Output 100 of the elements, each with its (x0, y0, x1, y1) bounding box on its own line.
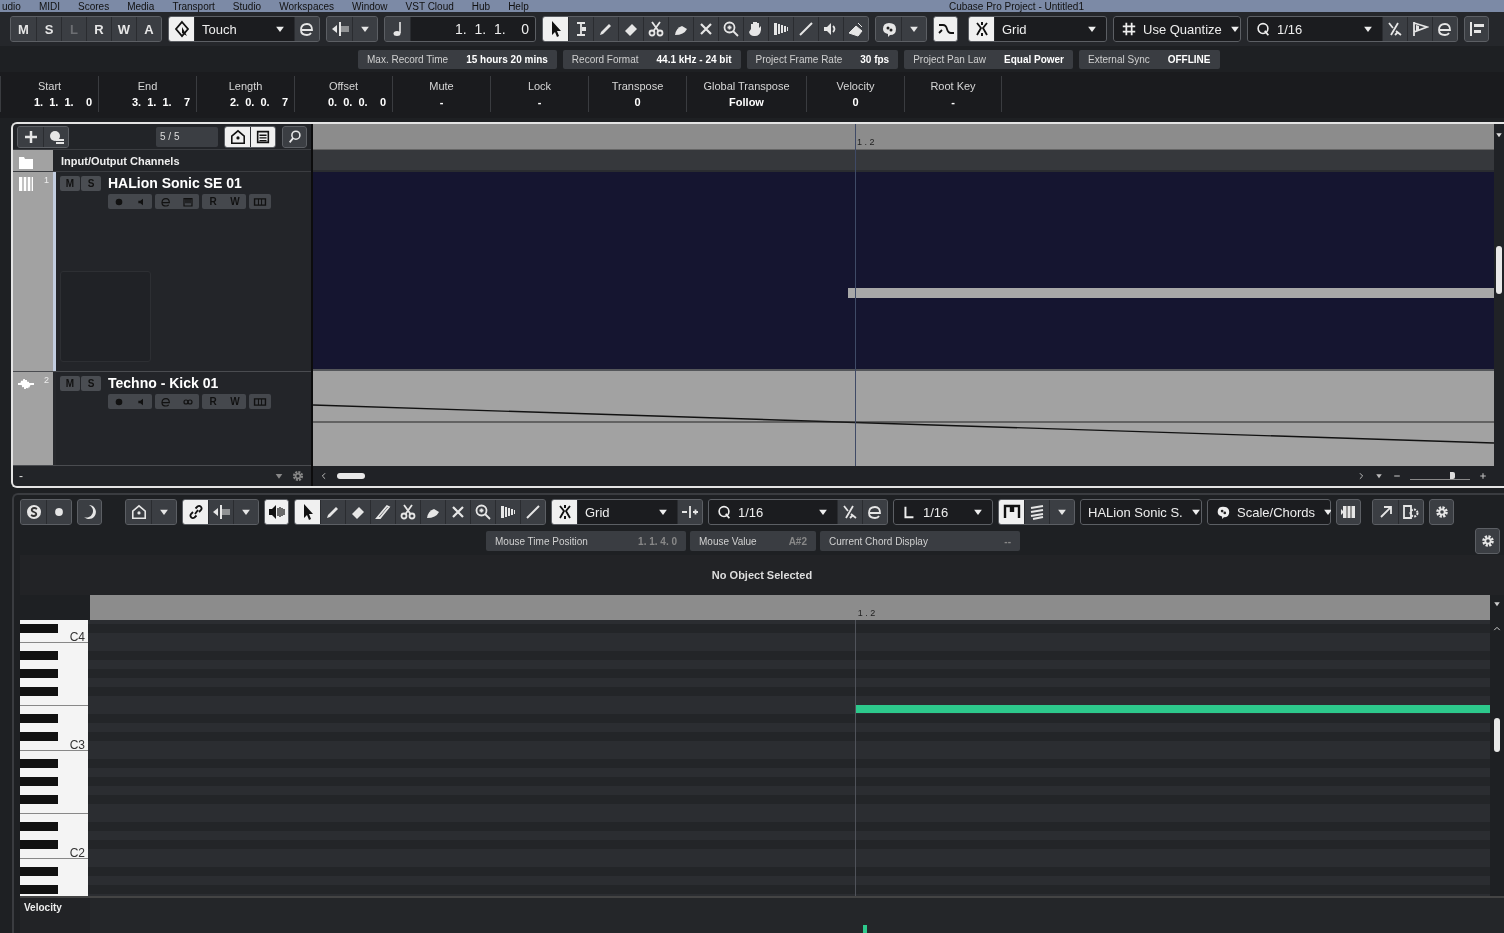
tool-button[interactable] (295, 500, 320, 524)
scroll-thumb[interactable] (337, 473, 365, 479)
edit-button[interactable] (294, 17, 319, 41)
ruler-marker: 1 . 2 (856, 608, 876, 618)
info-value[interactable]: 1. 1. 1. 0 (1, 96, 98, 108)
bracket-button[interactable] (999, 500, 1024, 524)
auto-scroll-button[interactable] (933, 16, 958, 42)
info-value[interactable]: 0. 0. 0. 0 (295, 96, 392, 108)
dropdown-button[interactable] (1049, 500, 1074, 524)
ruler-marker: 1 . 2 (856, 137, 875, 147)
dropdown-button[interactable] (151, 500, 176, 524)
edit-button[interactable] (1432, 17, 1457, 41)
menu-item[interactable]: Help (508, 0, 529, 12)
window-title: Cubase Pro Project - Untitled1 (948, 0, 1084, 12)
tool-button[interactable] (543, 17, 568, 41)
dropdown-button[interactable] (233, 500, 258, 524)
instrument-dropdown[interactable]: HALion Sonic S. (1080, 499, 1202, 525)
s-circle-icon (24, 503, 43, 521)
status-label: Record Format (571, 54, 639, 65)
info-label: Start (37, 80, 62, 92)
bracket-icon (1002, 503, 1021, 521)
midi-part[interactable] (848, 288, 1494, 299)
snap-button[interactable] (969, 17, 994, 41)
flag-icon (1411, 20, 1429, 38)
insert-button[interactable] (677, 500, 702, 524)
info-value[interactable]: 2. 0. 0. 7 (197, 96, 294, 108)
settings-button[interactable] (1429, 499, 1454, 525)
ruler[interactable]: 1 . 2 (313, 124, 1494, 150)
track-name: HALion Sonic SE 01 (108, 175, 242, 191)
menu-item[interactable]: MIDI (38, 0, 60, 12)
automation-mode-button[interactable] (169, 17, 194, 41)
velocity-bar[interactable] (863, 925, 868, 933)
settings-icon (1479, 533, 1496, 549)
settings-button[interactable] (1475, 528, 1500, 554)
ruler[interactable]: 1 . 2 (90, 595, 1490, 620)
info-value[interactable]: - (491, 96, 588, 108)
length-dropdown[interactable]: 1/16 (893, 499, 993, 525)
edit-button[interactable] (862, 500, 887, 524)
menu-item[interactable]: Studio (232, 0, 262, 12)
folder-track-name: Input/Output Channels (60, 154, 181, 169)
info-value[interactable]: - (905, 96, 1001, 108)
snap-type-dropdown[interactable]: Grid (994, 17, 1106, 41)
info-label: Transpose (611, 80, 664, 92)
acoustic-feedback-button[interactable] (264, 499, 289, 525)
menu-item[interactable]: Window (352, 0, 388, 12)
tool-button[interactable] (843, 17, 868, 41)
info-value[interactable]: - (393, 96, 490, 108)
line-icon (797, 20, 815, 38)
moon-button[interactable] (77, 499, 102, 525)
zoom-slider[interactable] (1410, 472, 1470, 480)
grid-type-dropdown[interactable]: Use Quantize (1113, 16, 1241, 42)
track-header[interactable]: 1 M S HALion Sonic SE 01 R W (13, 172, 311, 372)
scroll-thumb[interactable] (1494, 718, 1500, 752)
dropdown-button[interactable] (901, 17, 926, 41)
track-header[interactable]: 2 M S Techno - Kick 01 R W (13, 372, 311, 466)
piano-keyboard-drawing[interactable] (20, 620, 88, 896)
menu-item[interactable]: Transport (172, 0, 215, 12)
chord-head-icon (1215, 504, 1231, 520)
scroll-thumb[interactable] (1496, 246, 1502, 294)
inspector-button[interactable] (1398, 500, 1423, 524)
quantize-settings-button[interactable] (1407, 17, 1432, 41)
menu-item[interactable]: udio (2, 0, 21, 12)
menu-item[interactable]: Workspaces (279, 0, 334, 12)
automation-mode-dropdown[interactable]: Touch (194, 17, 294, 41)
scale-chords-dropdown[interactable]: Scale/Chords (1207, 499, 1331, 525)
info-value[interactable]: 0 (589, 96, 686, 108)
iterative-quantize-icon (1386, 20, 1404, 38)
status-value: -- (1004, 535, 1011, 547)
nudge-button[interactable] (327, 17, 352, 41)
status-value: 44.1 kHz - 24 bit (656, 54, 732, 65)
record-button[interactable] (46, 500, 71, 524)
snap-button[interactable] (552, 500, 577, 524)
nudge-button[interactable] (208, 500, 233, 524)
e-icon (160, 195, 172, 208)
quantize-dropdown[interactable]: 1/16 (1248, 17, 1382, 41)
caret-icon (1494, 130, 1504, 140)
info-value[interactable]: 0 (807, 96, 904, 108)
status-label: External Sync (1088, 54, 1150, 65)
info-value[interactable]: 3. 1. 1. 7 (99, 96, 196, 108)
list-button[interactable] (250, 126, 275, 147)
tool-button[interactable] (520, 500, 545, 524)
automation-button[interactable]: A (136, 17, 161, 41)
menu-item[interactable]: Scores (78, 0, 110, 12)
menu-item[interactable]: VST Cloud (405, 0, 454, 12)
snap-type-dropdown[interactable]: Grid (577, 500, 677, 524)
visibility-button[interactable] (225, 126, 250, 147)
link-button[interactable] (183, 500, 208, 524)
dropdown-button[interactable] (352, 17, 377, 41)
zoom-icon (722, 20, 740, 38)
menu-item[interactable]: Media (127, 0, 155, 12)
keyboard-button[interactable] (1336, 499, 1361, 525)
menu-item[interactable]: Hub (471, 0, 491, 12)
quantize-dropdown[interactable]: 1/16 (709, 500, 837, 524)
search-button[interactable] (282, 125, 307, 148)
controller-lane-label: Velocity (20, 898, 90, 933)
knife-icon (374, 503, 392, 521)
zoom-in-icon (1478, 471, 1488, 481)
track-number: 1 (44, 175, 49, 185)
layout-button[interactable] (1464, 16, 1489, 42)
info-value[interactable]: Follow (687, 96, 806, 108)
